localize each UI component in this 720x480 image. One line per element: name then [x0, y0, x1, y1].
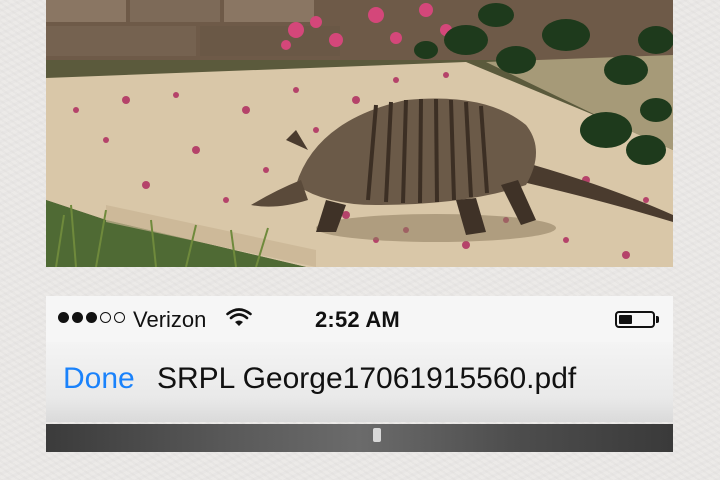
battery-nub: [656, 316, 659, 323]
carrier-label: Verizon: [133, 307, 207, 332]
armadillo-photo: [46, 0, 673, 267]
pdf-content-mark: [373, 428, 381, 442]
signal-dot: [100, 312, 111, 323]
status-bar: Verizon 2:52 AM: [46, 296, 673, 342]
document-title: SRPL George17061915560.pdf: [157, 362, 577, 395]
signal-dot: [72, 312, 83, 323]
wifi-icon: [226, 308, 252, 333]
clock-time: 2:52 AM: [315, 307, 400, 332]
pdf-preview-strip: [46, 424, 673, 452]
navigation-bar: Done SRPL George17061915560.pdf: [46, 342, 673, 422]
signal-dot: [114, 312, 125, 323]
battery-icon: [615, 311, 659, 328]
signal-dot: [86, 312, 97, 323]
done-button[interactable]: Done: [63, 362, 135, 396]
signal-strength-icon: [58, 312, 125, 323]
phone-screenshot: Verizon 2:52 AM Done SRPL George17061915…: [46, 296, 673, 452]
battery-fill: [619, 315, 632, 324]
signal-dot: [58, 312, 69, 323]
